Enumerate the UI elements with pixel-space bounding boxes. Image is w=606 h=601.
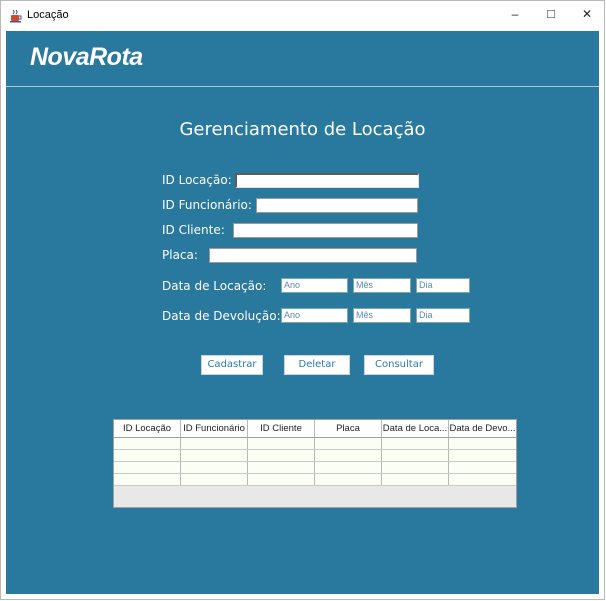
mes-placeholder: Mês	[356, 280, 374, 290]
column-header[interactable]: Placa	[315, 420, 382, 437]
data-locacao-dia-field[interactable]: Dia	[416, 278, 470, 293]
table-cell[interactable]	[248, 474, 315, 485]
table-header: ID Locação ID Funcionário ID Cliente Pla…	[114, 420, 516, 438]
close-button[interactable]: ✕	[569, 1, 604, 31]
title-bar[interactable]: Locação – □ ✕	[1, 1, 604, 31]
id-funcionario-field[interactable]	[256, 198, 418, 213]
mes-placeholder: Mês	[356, 310, 374, 320]
id-locacao-label: ID Locação:	[162, 173, 232, 187]
dia-placeholder: Dia	[419, 310, 433, 320]
column-header[interactable]: Data de Loca...	[382, 420, 449, 437]
cadastrar-button[interactable]: Cadastrar	[201, 355, 263, 375]
maximize-button[interactable]: □	[533, 1, 569, 31]
data-devolucao-mes-field[interactable]: Mês	[353, 308, 411, 323]
minimize-icon: –	[511, 7, 519, 21]
consultar-button[interactable]: Consultar	[364, 355, 434, 375]
table-cell[interactable]	[181, 474, 248, 485]
placa-field[interactable]	[209, 248, 417, 263]
data-locacao-ano-field[interactable]: Ano	[281, 278, 348, 293]
main-panel: NovaRota Gerenciamento de Locação ID Loc…	[6, 31, 599, 594]
dia-placeholder: Dia	[419, 280, 433, 290]
table-cell[interactable]	[449, 474, 516, 485]
table-cell[interactable]	[382, 450, 449, 461]
id-funcionario-label: ID Funcionário:	[162, 198, 252, 212]
data-devolucao-dia-field[interactable]: Dia	[416, 308, 470, 323]
table-cell[interactable]	[114, 462, 181, 473]
application-window: Locação – □ ✕ NovaRota Gerenciamento de …	[0, 0, 605, 600]
data-devolucao-label: Data de Devolução:	[162, 309, 281, 323]
column-header[interactable]: ID Cliente	[248, 420, 315, 437]
java-cup-icon	[10, 9, 22, 23]
table-row[interactable]	[114, 474, 516, 486]
data-locacao-label: Data de Locação:	[162, 279, 267, 293]
table-cell[interactable]	[248, 462, 315, 473]
id-cliente-label: ID Cliente:	[162, 223, 225, 237]
table-cell[interactable]	[114, 474, 181, 485]
table-cell[interactable]	[181, 462, 248, 473]
table-row[interactable]	[114, 450, 516, 462]
table-cell[interactable]	[315, 438, 382, 449]
table-cell[interactable]	[315, 474, 382, 485]
id-cliente-field[interactable]	[233, 223, 418, 238]
header-divider	[6, 86, 599, 87]
minimize-button[interactable]: –	[497, 1, 533, 31]
data-devolucao-ano-field[interactable]: Ano	[281, 308, 348, 323]
maximize-icon: □	[547, 6, 555, 21]
data-locacao-mes-field[interactable]: Mês	[353, 278, 411, 293]
column-header[interactable]: Data de Devo...	[449, 420, 516, 437]
table-cell[interactable]	[114, 438, 181, 449]
table-cell[interactable]	[382, 462, 449, 473]
window-bottom-border	[1, 594, 604, 599]
page-title: Gerenciamento de Locação	[179, 119, 426, 140]
column-header[interactable]: ID Locação	[114, 420, 181, 437]
table-cell[interactable]	[248, 450, 315, 461]
table-cell[interactable]	[382, 474, 449, 485]
table-cell[interactable]	[449, 438, 516, 449]
ano-placeholder: Ano	[284, 280, 301, 290]
table-cell[interactable]	[181, 450, 248, 461]
table-row[interactable]	[114, 438, 516, 450]
column-header[interactable]: ID Funcionário	[181, 420, 248, 437]
window-title: Locação	[27, 9, 69, 21]
table-cell[interactable]	[449, 462, 516, 473]
locacao-table[interactable]: ID Locação ID Funcionário ID Cliente Pla…	[113, 419, 517, 508]
table-cell[interactable]	[114, 450, 181, 461]
table-cell[interactable]	[449, 450, 516, 461]
table-cell[interactable]	[315, 462, 382, 473]
table-cell[interactable]	[315, 450, 382, 461]
placa-label: Placa:	[162, 248, 198, 262]
table-row[interactable]	[114, 462, 516, 474]
table-cell[interactable]	[248, 438, 315, 449]
id-locacao-field[interactable]	[235, 173, 419, 188]
ano-placeholder: Ano	[284, 310, 301, 320]
table-cell[interactable]	[382, 438, 449, 449]
close-icon: ✕	[581, 7, 593, 21]
table-cell[interactable]	[181, 438, 248, 449]
logo: NovaRota	[30, 43, 143, 71]
deletar-button[interactable]: Deletar	[284, 355, 350, 375]
